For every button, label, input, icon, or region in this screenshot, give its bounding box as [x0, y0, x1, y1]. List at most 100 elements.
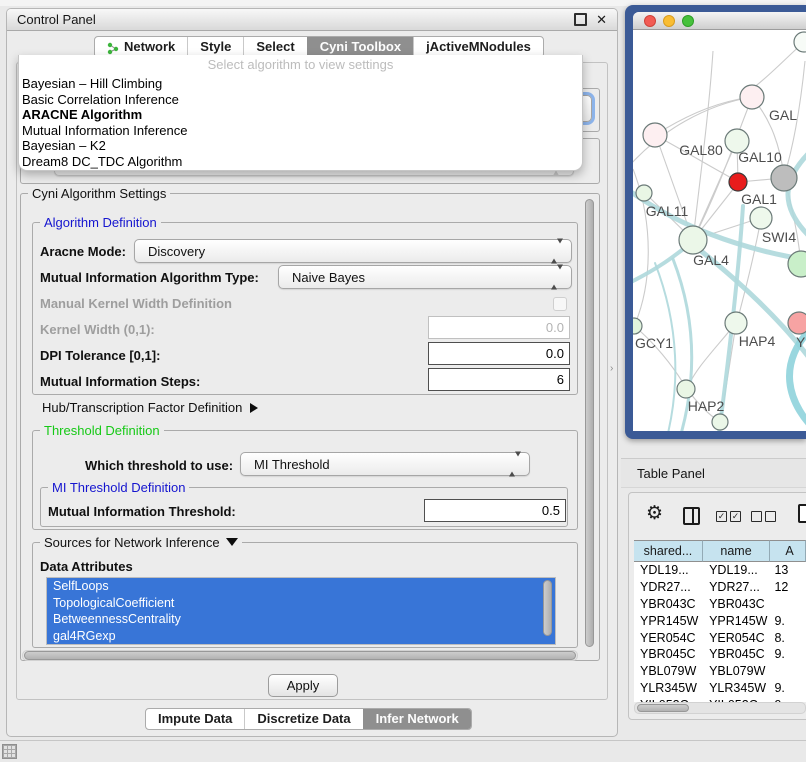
kernel-width-input[interactable]: [428, 316, 570, 339]
algorithm-popup-placeholder: Select algorithm to view settings: [19, 55, 582, 76]
mi-threshold-group-title: MI Threshold Definition: [48, 480, 189, 495]
table-row[interactable]: YBR043CYBR043C: [634, 596, 806, 613]
algorithm-option-basic-correlation-inference[interactable]: Basic Correlation Inference: [19, 92, 582, 108]
which-threshold-value: MI Threshold: [254, 457, 330, 472]
node-label-hap4: HAP4: [739, 333, 776, 349]
network-node-gray-node[interactable]: [771, 165, 797, 191]
network-node-gal-partial[interactable]: [740, 85, 764, 109]
network-node-gal4[interactable]: [679, 226, 707, 254]
network-node-right-pink[interactable]: [788, 312, 806, 334]
hub-definition-toggle[interactable]: Hub/Transcription Factor Definition: [42, 400, 258, 415]
minimize-traffic-icon[interactable]: [663, 15, 675, 27]
bottom-tabbar: Impute DataDiscretize DataInfer Network: [145, 708, 472, 730]
table-cell: YER054C: [703, 631, 770, 645]
table-cell: YBR043C: [703, 597, 770, 611]
table-horizontal-scrollbar[interactable]: [637, 704, 689, 712]
expand-arrow-icon: [250, 403, 258, 413]
network-edge-highlighted: [788, 149, 806, 238]
tab-style[interactable]: Style: [187, 37, 243, 57]
panel-resize-handle[interactable]: ›: [610, 363, 613, 374]
columns-icon[interactable]: [683, 507, 700, 525]
which-threshold-label: Which threshold to use:: [85, 458, 233, 473]
unchecked-box-icon: [765, 511, 776, 522]
network-node-hap4[interactable]: [725, 312, 747, 334]
attribute-item-gal4rgexp[interactable]: gal4RGexp: [47, 628, 555, 645]
table-panel-titlebar[interactable]: Table Panel: [621, 458, 806, 488]
hide-columns-icon[interactable]: [751, 511, 776, 522]
attribute-item-topologicalcoefficient[interactable]: TopologicalCoefficient: [47, 595, 555, 612]
algorithm-option-dream8-dc-tdc-algorithm[interactable]: Dream8 DC_TDC Algorithm: [19, 154, 582, 170]
table-row[interactable]: YLR345WYLR345W9.: [634, 680, 806, 697]
network-node-gal11[interactable]: [636, 185, 652, 201]
network-canvas[interactable]: GALGAL80GAL10GAL1GAL11SWI4GAL4GCY1HAP4YH…: [633, 31, 806, 431]
gear-icon[interactable]: ⚙: [646, 504, 663, 524]
node-label-gal11: GAL11: [646, 203, 689, 219]
network-node-gal1[interactable]: [750, 207, 772, 229]
aracne-mode-combobox[interactable]: Discovery: [134, 239, 572, 263]
unchecked-box-icon: [751, 511, 762, 522]
settings-vertical-scrollbar[interactable]: [585, 199, 594, 647]
node-label-gal10: GAL10: [738, 149, 782, 165]
table-row[interactable]: YDR27...YDR27...12: [634, 579, 806, 596]
grid-icon[interactable]: [2, 744, 17, 759]
apply-button[interactable]: Apply: [268, 674, 338, 697]
network-svg: GALGAL80GAL10GAL1GAL11SWI4GAL4GCY1HAP4YH…: [633, 31, 806, 431]
table-cell: YLR345W: [703, 681, 770, 695]
mi-threshold-label: Mutual Information Threshold:: [48, 504, 236, 519]
table-row[interactable]: YBR045CYBR045C9.: [634, 646, 806, 663]
which-threshold-combobox[interactable]: MI Threshold: [240, 452, 530, 476]
mi-type-combobox[interactable]: Naive Bayes: [278, 265, 572, 289]
tab-impute-data[interactable]: Impute Data: [146, 709, 244, 729]
tab-network[interactable]: Network: [95, 37, 187, 57]
column-header-shared-[interactable]: shared...: [634, 540, 703, 562]
algorithm-dropdown-popup: Select algorithm to view settings Bayesi…: [18, 55, 583, 171]
network-node-red-node[interactable]: [729, 173, 747, 191]
threshold-definition-title: Threshold Definition: [40, 423, 164, 438]
tab-cyni-toolbox[interactable]: Cyni Toolbox: [307, 37, 413, 57]
mi-steps-input[interactable]: [428, 368, 570, 391]
node-label-swi4: SWI4: [762, 229, 796, 245]
bottom-divider: [0, 740, 806, 741]
algorithm-option-bayesian-k2[interactable]: Bayesian – K2: [19, 138, 582, 154]
attributes-vertical-scrollbar[interactable]: [543, 580, 552, 636]
attribute-item-selfloops[interactable]: SelfLoops: [47, 578, 555, 595]
control-panel-titlebar[interactable]: Control Panel ✕: [7, 9, 617, 31]
network-window-titlebar[interactable]: [633, 12, 806, 30]
checked-box-icon: ✓: [716, 511, 727, 522]
mi-steps-label: Mutual Information Steps:: [40, 374, 200, 389]
algorithm-option-bayesian-hill-climbing[interactable]: Bayesian – Hill Climbing: [19, 76, 582, 92]
close-icon[interactable]: ✕: [596, 14, 607, 26]
algorithm-option-mutual-information-inference[interactable]: Mutual Information Inference: [19, 123, 582, 139]
table-row[interactable]: YBL079WYBL079W: [634, 663, 806, 680]
column-header-a[interactable]: A: [770, 540, 806, 562]
tab-discretize-data[interactable]: Discretize Data: [244, 709, 362, 729]
algorithm-option-aracne-algorithm[interactable]: ARACNE Algorithm: [19, 107, 582, 123]
network-node-gal80[interactable]: [643, 123, 667, 147]
table-body: YDL19...YDL19...13YDR27...YDR27...12YBR0…: [634, 562, 806, 702]
aracne-mode-value: Discovery: [148, 244, 205, 259]
float-window-icon[interactable]: [574, 13, 587, 26]
table-cell: YBR045C: [634, 647, 703, 661]
dpi-tolerance-input[interactable]: [428, 342, 570, 365]
zoom-traffic-icon[interactable]: [682, 15, 694, 27]
table-row[interactable]: YPR145WYPR145W9.: [634, 612, 806, 629]
show-columns-icon[interactable]: ✓ ✓: [716, 511, 741, 522]
settings-horizontal-scrollbar[interactable]: [24, 651, 576, 660]
tab-infer-network[interactable]: Infer Network: [363, 709, 471, 729]
table-row[interactable]: YER054CYER054C8.: [634, 629, 806, 646]
tab-jactivemnodules[interactable]: jActiveMNodules: [413, 37, 543, 57]
table-header: shared...nameA: [634, 540, 806, 562]
manual-kernel-checkbox[interactable]: [553, 297, 567, 311]
table-row[interactable]: YDL19...YDL19...13: [634, 562, 806, 579]
mi-threshold-input[interactable]: [424, 499, 566, 522]
desktop: { "colors": { "selection_blue": "#3875d7…: [0, 0, 806, 762]
network-node-partial-bottom[interactable]: [712, 414, 728, 430]
close-traffic-icon[interactable]: [644, 15, 656, 27]
attribute-item-betweennesscentrality[interactable]: BetweennessCentrality: [47, 611, 555, 628]
tab-select[interactable]: Select: [243, 37, 306, 57]
network-node-hap2[interactable]: [677, 380, 695, 398]
table-cell: YBL079W: [703, 664, 770, 678]
file-icon[interactable]: [798, 504, 806, 523]
column-header-name[interactable]: name: [703, 540, 770, 562]
table-cell: YDR27...: [634, 580, 703, 594]
